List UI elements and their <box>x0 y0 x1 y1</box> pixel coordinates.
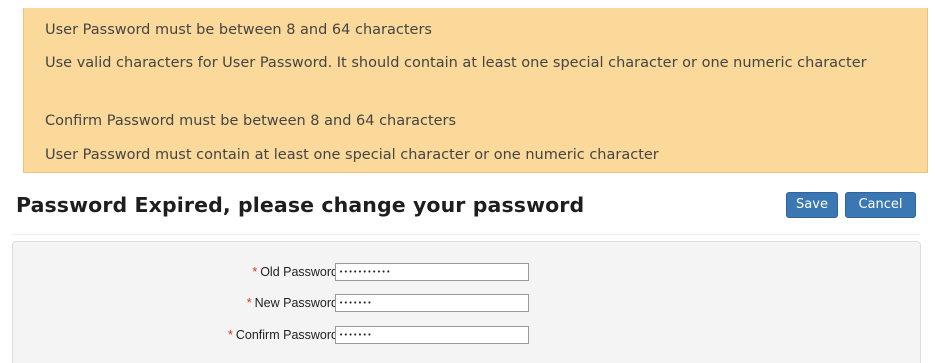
header-divider <box>12 234 920 235</box>
error-message: Use valid characters for User Password. … <box>45 55 867 71</box>
required-marker: * <box>252 265 258 279</box>
confirm-password-row: * Confirm Password <box>13 326 920 344</box>
old-password-row: * Old Password <box>13 263 920 281</box>
confirm-password-label: * Confirm Password <box>228 326 338 344</box>
new-password-row: * New Password <box>13 294 920 312</box>
cancel-button[interactable]: Cancel <box>845 192 916 218</box>
password-form: *Old Password *New Password *Confirm Pas… <box>12 241 921 363</box>
page-title: Password Expired, please change your pas… <box>16 193 585 217</box>
error-message: User Password must be between 8 and 64 c… <box>45 22 432 38</box>
change-password-page: User Password must be between 8 and 64 c… <box>0 0 935 363</box>
confirm-password-field[interactable] <box>335 326 529 344</box>
error-message: Confirm Password must be between 8 and 6… <box>45 113 457 129</box>
old-password-label: * Old Password <box>252 263 338 281</box>
confirm-password-label-text: Confirm Password <box>235 328 338 342</box>
required-marker: * <box>246 296 252 310</box>
required-marker: * <box>228 328 233 342</box>
new-password-field[interactable] <box>335 294 529 312</box>
error-message-box: User Password must be between 8 and 64 c… <box>23 8 928 173</box>
error-message: User Password must contain at least one … <box>45 147 659 163</box>
save-button[interactable]: Save <box>786 192 838 218</box>
new-password-label-text: New Password <box>254 296 338 310</box>
new-password-label: * New Password <box>247 294 338 312</box>
old-password-field[interactable] <box>335 263 529 281</box>
old-password-label-text: Old Password <box>260 265 338 279</box>
